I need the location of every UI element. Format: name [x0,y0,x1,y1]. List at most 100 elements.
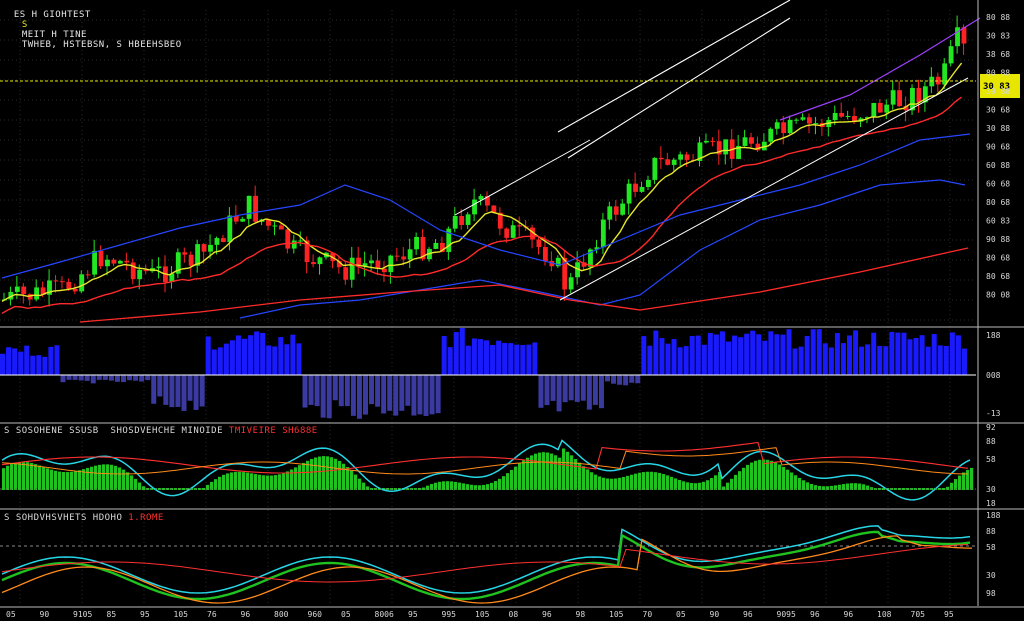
macd-bar [30,355,36,375]
macd-bar [90,375,96,384]
macd-bar [538,375,544,408]
macd-bar [235,335,241,375]
candle-body [510,225,516,238]
stoch1-bar [946,486,950,490]
candle-body [317,257,323,265]
candle-body [723,139,729,155]
time-tick-label: 9095 [777,610,796,619]
candle-body [871,102,877,118]
macd-bar [151,375,157,404]
stoch1-bar [122,469,126,490]
price-tick-label: 60 88 [986,161,1010,170]
stoch1-bar [958,475,962,490]
time-tick-label: 105 [475,610,490,619]
macd-bar [901,332,907,375]
time-tick-label: 105 [609,610,624,619]
macd-bar [278,337,284,375]
candle[interactable] [175,248,181,278]
stoch1-bar [126,472,130,490]
macd-bar [768,331,774,375]
macd-bar [42,356,48,375]
price-tick-label: 30 88 [986,124,1010,133]
macd-bar [344,375,350,407]
candle-body [401,256,407,260]
macd-bar [859,346,865,375]
candle-body [414,236,419,250]
candle-body [620,203,626,215]
macd-bar [114,375,120,382]
macd-bar [187,375,193,401]
stoch1-bar [46,468,50,490]
candle-body [66,281,72,289]
time-tick-label: 90 [40,610,50,619]
time-tick-label: 960 [308,610,323,619]
stoch1-bar [234,471,238,490]
macd-bar [810,329,816,375]
macd-bar [592,375,598,405]
macd-bar [574,375,580,402]
macd-bar [326,375,332,419]
stoch2-tick-label: 188 [986,511,1001,520]
price-tick-label: 80 68 [986,254,1010,263]
stoch1-bar [74,471,78,490]
stoch1-bar [802,480,806,490]
stoch1-bar [246,472,250,490]
candle-body [787,119,793,134]
stoch1-bar [254,474,258,490]
time-tick-label: 76 [207,610,217,619]
macd-bar [163,375,169,405]
header-bar: ES H GIOHTEST S MEIT H TINE TWHEB, HSTEB… [2,0,182,50]
macd-bar [562,375,568,403]
macd-bar [641,336,647,375]
time-tick-label: 05 [676,610,686,619]
stoch1-bar [298,465,302,490]
macd-bar [411,375,417,416]
stoch1-bar [966,469,970,490]
stoch1-bar [358,478,362,490]
tag-text: S [21,20,28,30]
stoch1-bar [302,462,306,490]
macd-bar [762,340,768,375]
trading-chart[interactable]: 30 83 80 8830 8338 6880 8839 8830 6830 8… [0,0,1024,621]
candle-body [137,269,143,280]
macd-bar [266,345,272,375]
candle-body [285,229,291,249]
price-tick-label: 80 88 [986,13,1010,22]
time-tick-label: 8006 [375,610,394,619]
stoch1-bar [502,476,506,490]
stoch1-bar [666,475,670,490]
macd-bar [877,345,883,375]
macd-bar [713,334,719,375]
macd-bar [387,375,393,411]
macd-bar [453,332,459,375]
stoch1-bar [862,484,866,490]
candle-body [800,117,806,120]
stoch1-bar [606,478,610,490]
candle-body [14,286,20,292]
stoch1-bar [622,476,626,490]
candle-body [646,179,651,187]
stoch1-bar [642,472,646,490]
stoch1-bar [62,472,66,490]
symbol-text: ES H GIOHTEST [13,10,91,20]
macd-bar [350,375,356,416]
macd-bar [913,337,919,375]
macd-bar [792,348,798,375]
stoch1-bar [746,464,750,490]
macd-bar [338,375,344,407]
candle-body [536,239,542,248]
macd-bar [423,375,429,416]
macd-bar [756,334,762,375]
macd-bar [949,332,955,375]
macd-bar [24,345,30,375]
stoch1-bar [162,488,166,490]
stoch1-bar [182,488,186,490]
price-tick-label: 39 88 [986,87,1010,96]
macd-bar [477,339,483,375]
stoch2-tick-label: 58 [986,543,996,552]
candle-body [394,255,400,257]
stoch1-bar [98,464,102,490]
macd-bar [659,338,665,375]
stoch1-bar [238,471,242,490]
stoch1-bar [6,465,10,490]
